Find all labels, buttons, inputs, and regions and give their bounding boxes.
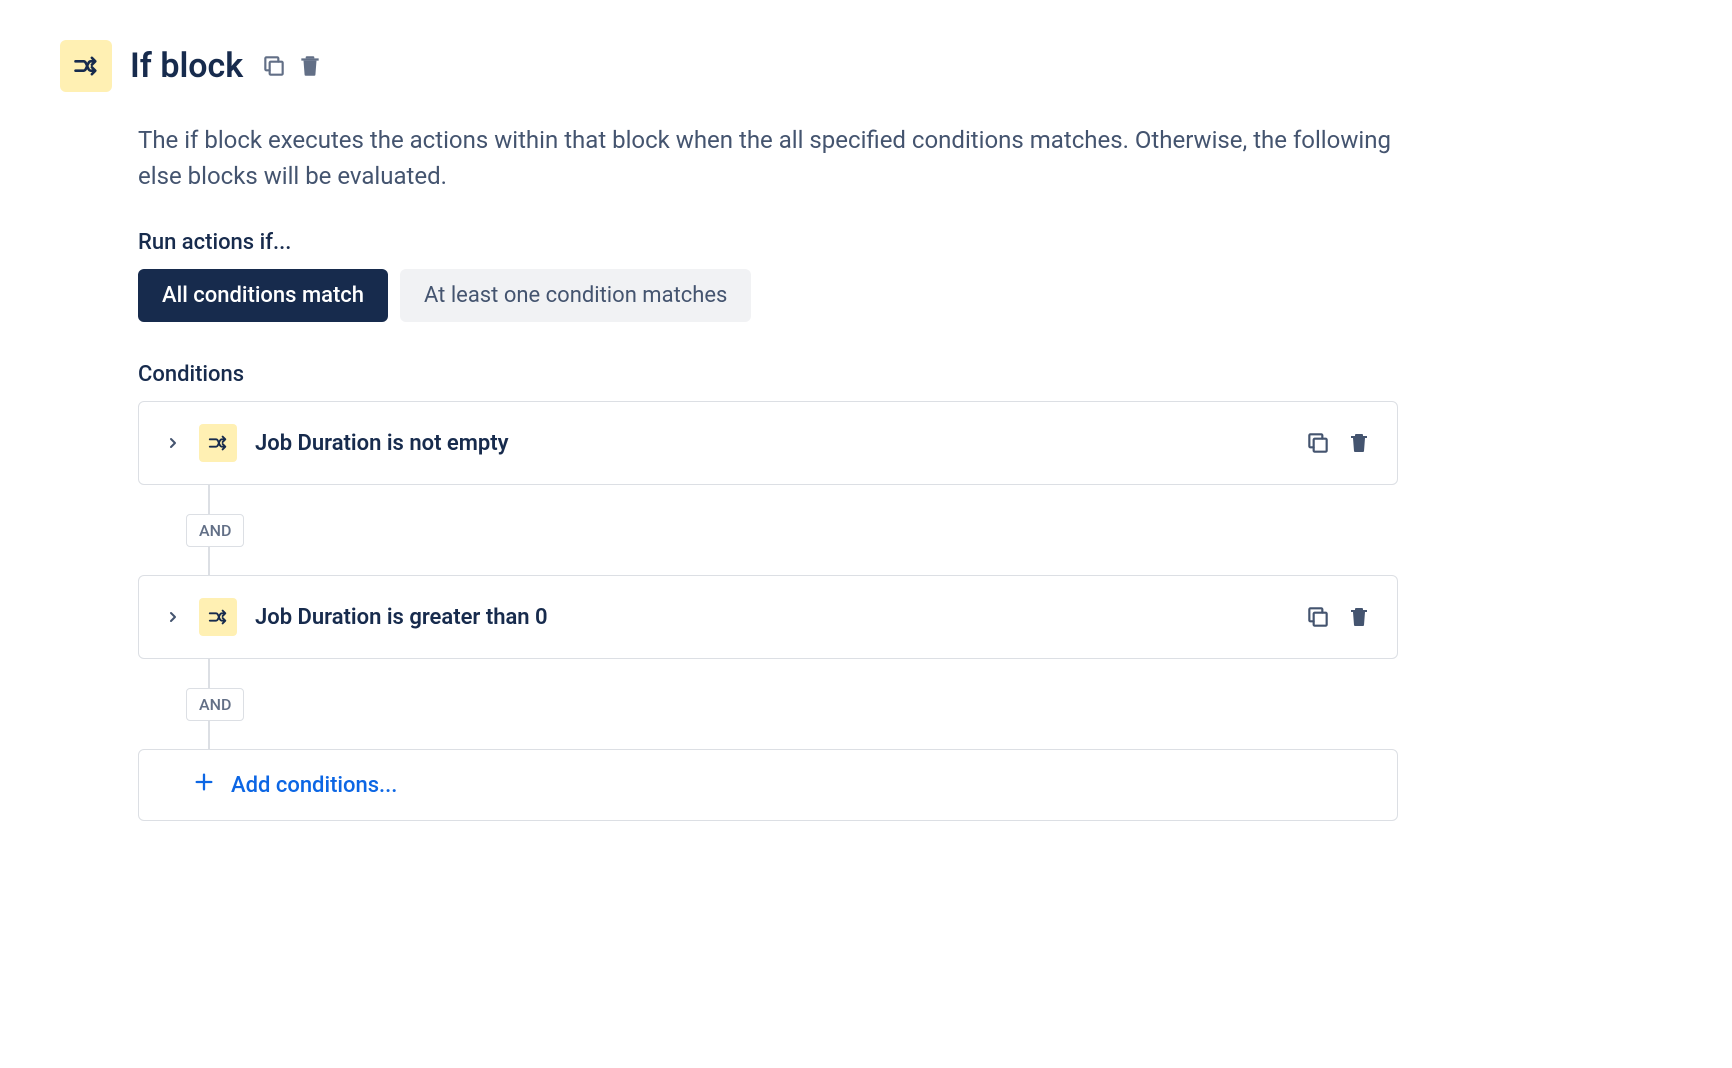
connector: AND	[138, 659, 1398, 749]
delete-icon[interactable]	[1347, 431, 1371, 455]
connector-badge: AND	[186, 688, 244, 721]
copy-icon[interactable]	[1305, 604, 1331, 630]
condition-icon	[199, 598, 237, 636]
header-actions	[261, 53, 323, 79]
connector-badge: AND	[186, 514, 244, 547]
toggle-at-least-one[interactable]: At least one condition matches	[400, 269, 751, 322]
condition-icon	[199, 424, 237, 462]
content-body: The if block executes the actions within…	[138, 122, 1398, 821]
condition-text: Job Duration is not empty	[255, 431, 1287, 456]
run-actions-toggle: All conditions match At least one condit…	[138, 269, 1398, 322]
copy-icon[interactable]	[261, 53, 287, 79]
conditions-label: Conditions	[138, 362, 1398, 387]
condition-text: Job Duration is greater than 0	[255, 605, 1287, 630]
chevron-right-icon[interactable]	[165, 609, 181, 625]
delete-icon[interactable]	[297, 53, 323, 79]
condition-actions	[1305, 430, 1371, 456]
block-description: The if block executes the actions within…	[138, 122, 1398, 194]
condition-actions	[1305, 604, 1371, 630]
condition-row[interactable]: Job Duration is not empty	[138, 401, 1398, 485]
page-header: If block	[60, 40, 1672, 92]
if-block-icon	[60, 40, 112, 92]
condition-row[interactable]: Job Duration is greater than 0	[138, 575, 1398, 659]
delete-icon[interactable]	[1347, 605, 1371, 629]
plus-icon	[193, 770, 215, 800]
connector: AND	[138, 485, 1398, 575]
copy-icon[interactable]	[1305, 430, 1331, 456]
conditions-container: Job Duration is not empty	[138, 401, 1398, 821]
chevron-right-icon[interactable]	[165, 435, 181, 451]
add-conditions-label: Add conditions...	[231, 773, 397, 798]
page-title: If block	[130, 46, 243, 86]
toggle-all-conditions[interactable]: All conditions match	[138, 269, 388, 322]
add-conditions-button[interactable]: Add conditions...	[138, 749, 1398, 821]
run-actions-label: Run actions if...	[138, 230, 1398, 255]
